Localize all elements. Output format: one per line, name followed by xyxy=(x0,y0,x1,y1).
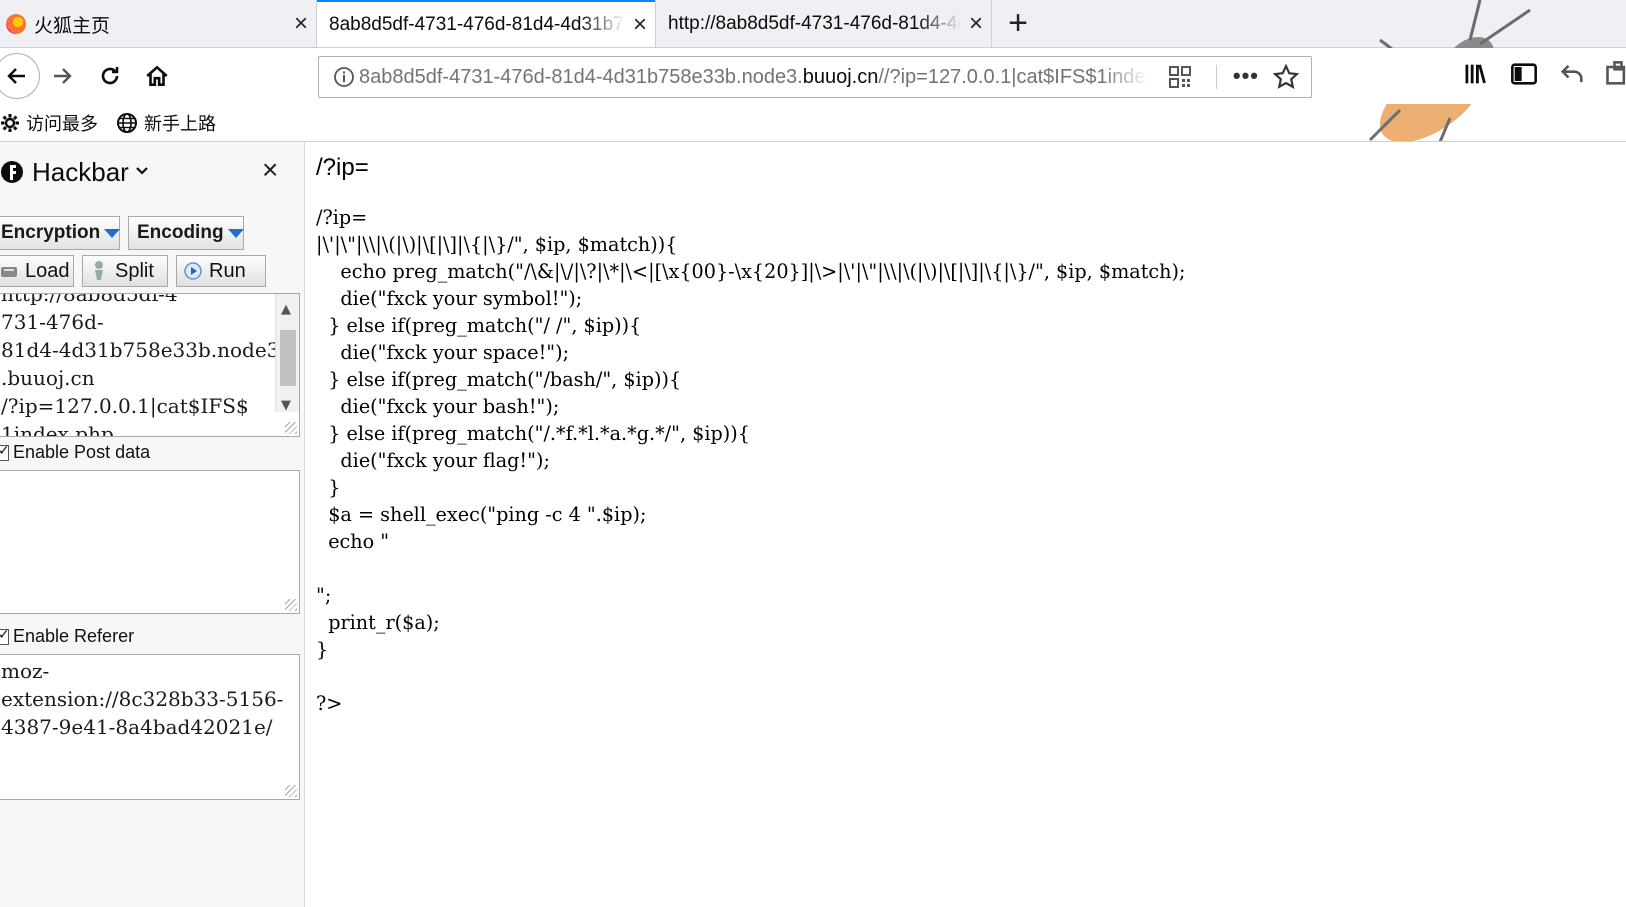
load-icon xyxy=(1,267,17,277)
url-domain: buuoj.cn xyxy=(802,65,879,88)
extension-icon[interactable] xyxy=(1604,60,1626,88)
close-tab-icon[interactable]: × xyxy=(625,11,655,39)
bookmark-label: 新手上路 xyxy=(144,113,216,134)
navigation-bar: 8ab8d5df-4731-476d-81d4-4d31b758e33b.nod… xyxy=(0,48,1626,104)
site-info-icon[interactable] xyxy=(329,66,359,88)
encoding-label: Encoding xyxy=(137,222,224,243)
post-data-textarea[interactable] xyxy=(0,470,300,614)
load-label: Load xyxy=(25,259,70,282)
reload-icon xyxy=(101,67,119,85)
referer-textarea[interactable]: moz- extension://8c328b33-5156- 4387-9e4… xyxy=(0,654,300,800)
load-url-button[interactable]: Load xyxy=(0,255,74,287)
encoding-dropdown[interactable]: Encoding xyxy=(128,216,244,250)
tab-title: 8ab8d5df-4731-476d-81d4-4d31b758e33b.nod… xyxy=(329,13,625,35)
chevron-down-icon[interactable] xyxy=(135,163,149,181)
run-label: Run xyxy=(209,259,246,282)
tab-firefox-home[interactable]: 火狐主页 × xyxy=(0,0,316,47)
url-textarea-value: http://8ab8d5df-4 731-476d- 81d4-4d31b75… xyxy=(1,293,280,437)
back-arrow-icon xyxy=(7,68,25,84)
scrollbar-thumb[interactable] xyxy=(280,330,296,386)
library-icon[interactable] xyxy=(1462,60,1490,88)
page-heading: /?ip= xyxy=(316,154,369,181)
page-content: /?ip= /?ip= |\'|\"|\\|\(|\)|\[|\]|\{|\}/… xyxy=(306,142,1626,907)
bookmark-label: 访问最多 xyxy=(26,113,98,134)
resize-grip-icon[interactable] xyxy=(285,785,297,797)
hackbar-logo-icon xyxy=(1,161,23,183)
resize-grip-icon[interactable] xyxy=(285,422,297,434)
caret-down-icon xyxy=(104,228,121,238)
tab-strip: 火狐主页 × 8ab8d5df-4731-476d-81d4-4d31b758e… xyxy=(0,0,1626,48)
globe-icon xyxy=(117,112,137,133)
split-url-button[interactable]: Split xyxy=(82,255,168,287)
gear-icon xyxy=(1,113,19,132)
tab-url[interactable]: http://8ab8d5df-4731-476d-81d4-4d31b758e… xyxy=(656,0,992,47)
bookmark-most-visited[interactable]: 访问最多 xyxy=(0,110,98,136)
close-tab-icon[interactable]: × xyxy=(286,10,316,38)
source-code: /?ip= |\'|\"|\\|\(|\)|\[|\]|\{|\}/", $ip… xyxy=(316,206,1186,715)
sidebar-title: Hackbar xyxy=(32,156,129,187)
textarea-scrollbar[interactable]: ▲ ▼ xyxy=(275,294,299,413)
url-suffix: //?ip=127.0.0.1|cat$IFS$1index.php xyxy=(878,65,1149,88)
url-separator xyxy=(1216,65,1217,89)
referer-value: moz- extension://8c328b33-5156- 4387-9e4… xyxy=(1,659,284,739)
referer-label: Enable Referer xyxy=(13,626,135,646)
resize-grip-icon[interactable] xyxy=(285,599,297,611)
tab-active[interactable]: 8ab8d5df-4731-476d-81d4-4d31b758e33b.nod… xyxy=(316,0,656,47)
url-text[interactable]: 8ab8d5df-4731-476d-81d4-4d31b758e33b.nod… xyxy=(359,66,1149,89)
url-prefix: 8ab8d5df-4731-476d-81d4-4d31b758e33b.nod… xyxy=(359,65,803,88)
page-actions-icon[interactable]: ••• xyxy=(1233,63,1259,89)
checkbox-icon[interactable] xyxy=(0,442,10,461)
forward-arrow-icon xyxy=(54,68,72,84)
sidebar-toggle-icon[interactable] xyxy=(1510,60,1538,88)
split-label: Split xyxy=(115,259,154,282)
tab-title: http://8ab8d5df-4731-476d-81d4-4d31b758e… xyxy=(668,13,961,34)
enable-referer-checkbox[interactable]: Enable Referer xyxy=(0,626,134,647)
post-label: Enable Post data xyxy=(13,442,151,462)
close-sidebar-icon[interactable]: × xyxy=(262,154,278,186)
bookmarks-toolbar: 访问最多 新手上路 xyxy=(0,104,1626,142)
scroll-down-icon[interactable]: ▼ xyxy=(281,392,291,420)
back-button[interactable] xyxy=(0,53,40,99)
scroll-up-icon[interactable]: ▲ xyxy=(281,296,291,324)
reload-button[interactable] xyxy=(90,56,130,96)
url-bar[interactable]: 8ab8d5df-4731-476d-81d4-4d31b758e33b.nod… xyxy=(318,56,1312,98)
tab-title: 火狐主页 xyxy=(34,15,111,37)
close-tab-icon[interactable]: × xyxy=(961,10,991,38)
encryption-dropdown[interactable]: Encryption xyxy=(0,216,121,250)
enable-post-checkbox[interactable]: Enable Post data xyxy=(0,442,150,463)
encryption-label: Encryption xyxy=(1,222,101,243)
undo-icon[interactable] xyxy=(1558,60,1586,88)
firefox-icon xyxy=(6,14,26,34)
sidebar-header[interactable]: Hackbar × xyxy=(0,154,300,190)
qr-code-icon[interactable] xyxy=(1169,66,1191,88)
bookmark-getting-started[interactable]: 新手上路 xyxy=(116,110,216,136)
home-button[interactable] xyxy=(137,56,177,96)
split-icon xyxy=(95,261,103,280)
url-textarea[interactable]: http://8ab8d5df-4 731-476d- 81d4-4d31b75… xyxy=(0,293,300,437)
new-tab-button[interactable]: + xyxy=(998,4,1038,44)
bookmark-star-icon[interactable] xyxy=(1273,64,1299,90)
forward-button[interactable] xyxy=(42,56,82,96)
checkbox-icon[interactable] xyxy=(0,626,10,645)
caret-down-icon xyxy=(227,228,244,238)
hackbar-sidebar: Hackbar × Encryption Encoding Load Split… xyxy=(0,142,305,907)
home-icon xyxy=(146,65,168,86)
play-icon xyxy=(184,262,202,280)
execute-button[interactable]: Run xyxy=(176,255,266,287)
